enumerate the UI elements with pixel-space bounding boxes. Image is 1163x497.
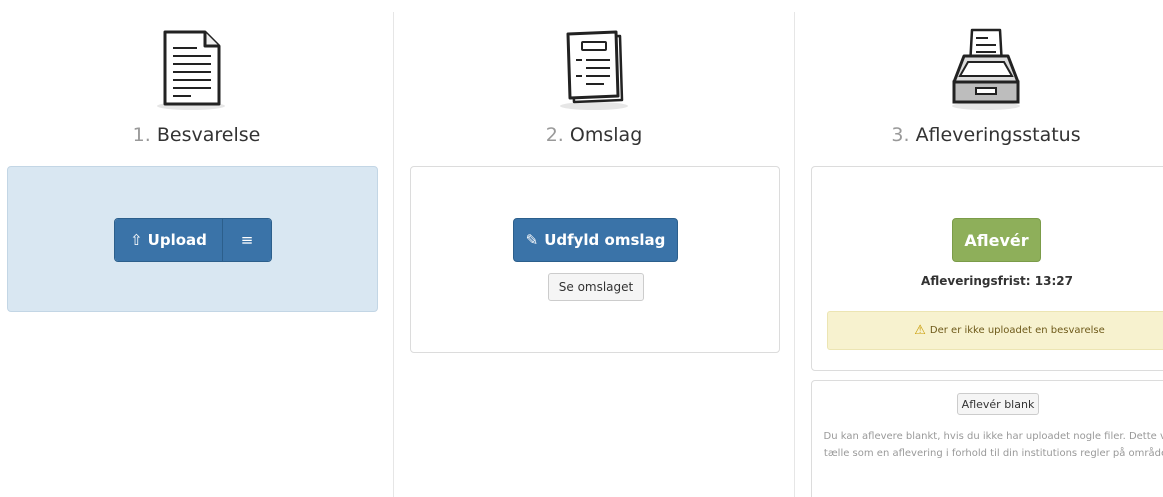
step-number: 3. bbox=[891, 124, 910, 146]
submission-page: 1. Besvarelse ⇧ Upload ≡ 2. Omslag ✎ Udf… bbox=[0, 0, 1163, 497]
upload-label: Upload bbox=[147, 231, 207, 249]
warning-text: Der er ikke uploadet en besvarelse bbox=[929, 325, 1105, 336]
step-label: Besvarelse bbox=[156, 124, 261, 146]
upload-menu-button[interactable]: ≡ bbox=[223, 219, 271, 261]
step-besvarelse: 1. Besvarelse ⇧ Upload ≡ bbox=[0, 0, 393, 497]
step-title-afleveringsstatus: 3. Afleveringsstatus bbox=[795, 124, 1163, 146]
step-omslag: 2. Omslag ✎ Udfyld omslag Se omslaget bbox=[394, 0, 794, 497]
fill-cover-button[interactable]: ✎ Udfyld omslag bbox=[513, 218, 678, 262]
no-upload-warning: ⚠ Der er ikke uploadet en besvarelse bbox=[827, 311, 1163, 350]
step-title-besvarelse: 1. Besvarelse bbox=[0, 124, 393, 146]
menu-icon: ≡ bbox=[240, 231, 254, 249]
upload-icon: ⇧ bbox=[130, 231, 143, 249]
pencil-icon: ✎ bbox=[525, 231, 539, 249]
deadline-text: Afleveringsfrist: 13:27 bbox=[921, 274, 1073, 288]
warning-icon: ⚠ bbox=[914, 323, 926, 338]
upload-button-group: ⇧ Upload ≡ bbox=[114, 218, 272, 262]
submit-blank-button[interactable]: Aflevér blank bbox=[957, 393, 1039, 415]
upload-button[interactable]: ⇧ Upload bbox=[115, 219, 223, 261]
upload-panel: ⇧ Upload ≡ bbox=[7, 166, 378, 312]
step-number: 1. bbox=[132, 124, 151, 146]
submit-button[interactable]: Aflevér bbox=[952, 218, 1041, 262]
cover-sheet-icon bbox=[554, 26, 634, 112]
document-icon bbox=[151, 26, 231, 112]
step-afleveringsstatus: 3. Afleveringsstatus Aflevér Afleverings… bbox=[795, 0, 1163, 497]
omslag-panel: ✎ Udfyld omslag Se omslaget bbox=[410, 166, 780, 353]
step-title-omslag: 2. Omslag bbox=[394, 124, 794, 146]
step-number: 2. bbox=[545, 124, 564, 146]
blank-description: Du kan aflevere blankt, hvis du ikke har… bbox=[823, 431, 1163, 459]
view-cover-button[interactable]: Se omslaget bbox=[548, 273, 644, 301]
fill-cover-label: Udfyld omslag bbox=[544, 231, 666, 249]
step-label: Afleveringsstatus bbox=[915, 124, 1081, 146]
status-panel: Aflevér Afleveringsfrist: 13:27 ⚠ Der er… bbox=[811, 166, 1163, 371]
step-label: Omslag bbox=[569, 124, 643, 146]
file-tray-icon bbox=[946, 26, 1026, 112]
blank-submit-panel: Aflevér blank Du kan aflevere blankt, hv… bbox=[811, 380, 1163, 497]
